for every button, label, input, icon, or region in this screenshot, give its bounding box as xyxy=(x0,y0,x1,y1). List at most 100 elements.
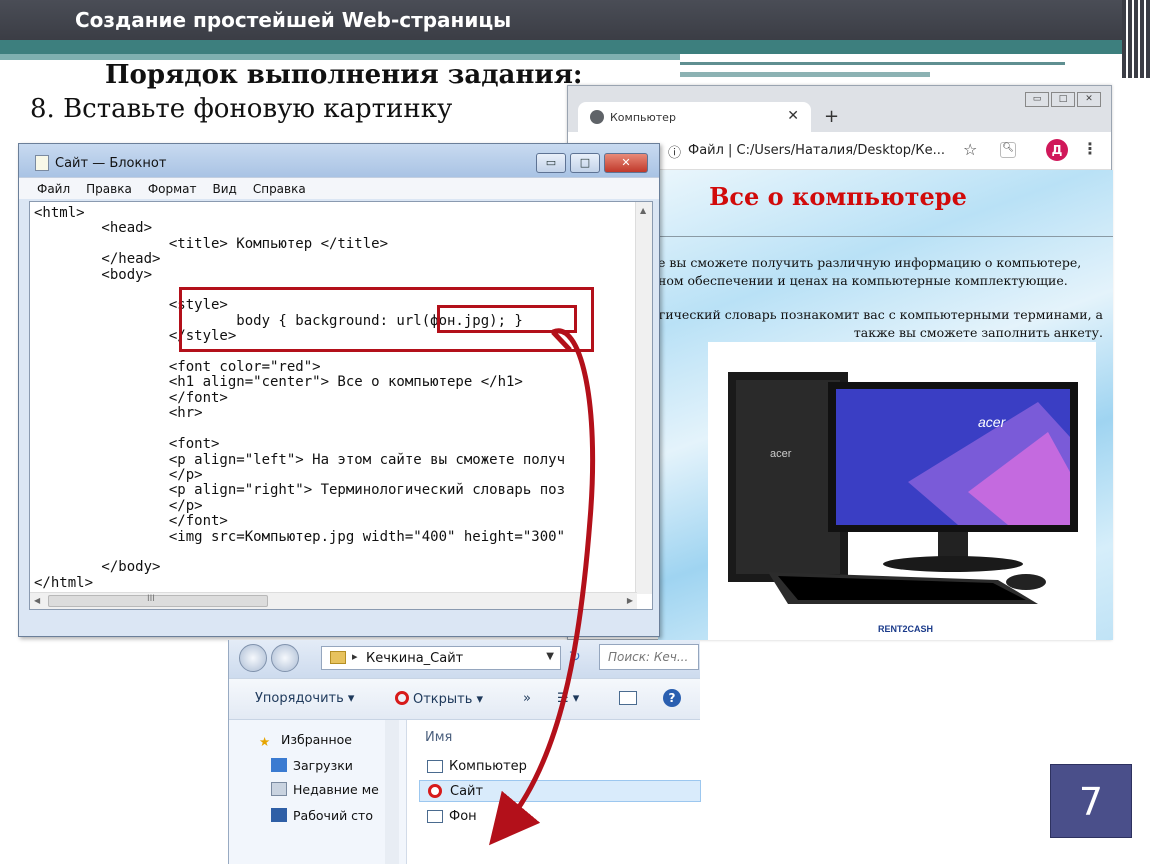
downloads-icon xyxy=(271,758,287,772)
paragraph-left: е вы сможете получить различную информац… xyxy=(658,255,1082,288)
refresh-icon[interactable]: ↻ xyxy=(569,649,581,665)
code-line: <hr> xyxy=(34,405,203,422)
scroll-right-icon[interactable]: ▶ xyxy=(627,596,633,605)
rent2cash-logo: RENT2CASH xyxy=(878,624,933,634)
chevron-down-icon[interactable]: ▼ xyxy=(546,651,554,662)
minimize-button[interactable]: ▭ xyxy=(1025,92,1049,107)
step-text: 8. Вставьте фоновую картинку xyxy=(30,94,453,124)
info-icon[interactable]: ⓘ xyxy=(668,142,681,161)
menu-format[interactable]: Формат xyxy=(148,182,197,196)
web-page-content: Все о компьютере е вы сможете получить р… xyxy=(658,170,1113,640)
file-list: Имя Компьютер Сайт Фон xyxy=(419,720,701,864)
maximize-button[interactable]: □ xyxy=(1051,92,1075,107)
code-line: </body> xyxy=(34,559,161,576)
scroll-left-icon[interactable]: ◀ xyxy=(34,596,40,605)
browser-tab-bar: Компьютер ✕ + ▭ □ ✕ xyxy=(568,86,1111,132)
path-bar[interactable]: ▸ Кечкина_Сайт ▼ xyxy=(321,646,561,670)
menu-icon[interactable]: ⋮ xyxy=(1082,139,1098,158)
code-line: </html> xyxy=(34,574,94,591)
chevron-right-icon: ▸ xyxy=(352,650,358,663)
column-header-name[interactable]: Имя xyxy=(425,730,452,745)
star-icon: ★ xyxy=(259,734,271,749)
navigation-pane: ★ Избранное Загрузки Недавние ме Рабочий … xyxy=(229,720,407,864)
monitor-brand: acer xyxy=(978,414,1007,430)
menu-help[interactable]: Справка xyxy=(253,182,306,196)
organize-button[interactable]: Упорядочить ▾ xyxy=(255,691,354,706)
code-line: </font> xyxy=(34,513,228,530)
path-label[interactable]: Кечкина_Сайт xyxy=(366,651,463,666)
more-button[interactable]: » xyxy=(523,691,531,706)
explorer-body: ★ Избранное Загрузки Недавние ме Рабочий … xyxy=(229,720,701,864)
menu-view[interactable]: Вид xyxy=(213,182,237,196)
notepad-editor[interactable]: <html> <head> <title> Компьютер </title>… xyxy=(29,201,653,610)
menu-file[interactable]: Файл xyxy=(37,182,70,196)
code-line: <head> xyxy=(34,220,153,237)
close-tab-icon[interactable]: ✕ xyxy=(787,108,799,124)
address-text[interactable]: Файл | C:/Users/Наталия/Desktop/Ке... xyxy=(688,143,945,158)
code-line: </p> xyxy=(34,497,203,514)
horizontal-rule xyxy=(658,236,1113,237)
code-line: <h1 align="center"> Все о компьютере </h… xyxy=(34,374,523,391)
view-options-icon[interactable]: ☰ ▾ xyxy=(557,691,579,706)
preview-pane-icon[interactable] xyxy=(619,691,637,705)
code-line: </head> xyxy=(34,251,161,268)
notepad-titlebar: Сайт — Блокнот ▭ □ ✕ xyxy=(19,144,659,177)
star-icon[interactable]: ☆ xyxy=(963,140,977,159)
opera-icon xyxy=(395,691,409,705)
nav-desktop[interactable]: Рабочий сто xyxy=(271,808,373,823)
nav-recent[interactable]: Недавние ме xyxy=(271,782,379,797)
nav-label: Рабочий сто xyxy=(293,808,373,823)
forward-button[interactable] xyxy=(271,644,299,672)
file-item[interactable]: Фон xyxy=(419,806,701,828)
html-code[interactable]: <html> <head> <title> Компьютер </title>… xyxy=(34,205,566,591)
close-button[interactable]: ✕ xyxy=(604,153,648,173)
code-line: <p align="right"> Терминологический слов… xyxy=(34,482,566,499)
browser-tab[interactable]: Компьютер ✕ xyxy=(578,102,811,132)
slide-subtitle: Порядок выполнения задания: xyxy=(105,60,583,90)
nav-label: Недавние ме xyxy=(293,782,379,797)
explorer-toolbar: Упорядочить ▾ Открыть ▾ » ☰ ▾ ? xyxy=(229,678,700,720)
thumb-grip: III xyxy=(147,594,155,604)
header-accent-bar xyxy=(0,40,1150,54)
help-icon[interactable]: ? xyxy=(663,689,681,707)
url-highlight xyxy=(437,305,577,333)
notepad-title: Сайт — Блокнот xyxy=(55,156,167,171)
file-item[interactable]: Сайт xyxy=(419,780,701,802)
horizontal-scrollbar[interactable]: ◀ III ▶ xyxy=(30,592,637,609)
decorative-line xyxy=(680,62,1065,65)
notepad-icon xyxy=(35,155,49,171)
code-line: <body> xyxy=(34,266,153,283)
nav-favorites[interactable]: ★ Избранное xyxy=(259,732,352,749)
new-tab-button[interactable]: + xyxy=(824,106,839,127)
file-name: Компьютер xyxy=(449,759,527,774)
notepad-window: Сайт — Блокнот ▭ □ ✕ Файл Правка Формат … xyxy=(18,143,660,637)
maximize-button[interactable]: □ xyxy=(570,153,600,173)
nav-downloads[interactable]: Загрузки xyxy=(271,758,353,773)
profile-avatar[interactable]: Д xyxy=(1046,139,1068,161)
file-name: Сайт xyxy=(450,784,484,799)
file-item[interactable]: Компьютер xyxy=(419,756,701,778)
recent-places-icon xyxy=(271,782,287,796)
file-name: Фон xyxy=(449,809,477,824)
close-button[interactable]: ✕ xyxy=(1077,92,1101,107)
nav-scrollbar[interactable] xyxy=(385,720,399,864)
tab-title: Компьютер xyxy=(610,111,676,124)
code-line: </p> xyxy=(34,466,203,483)
minimize-button[interactable]: ▭ xyxy=(536,153,566,173)
menu-edit[interactable]: Правка xyxy=(86,182,132,196)
open-button[interactable]: Открыть ▾ xyxy=(395,691,483,707)
image-file-icon xyxy=(427,810,443,823)
code-line: <font> xyxy=(34,436,220,453)
page-heading: Все о компьютере xyxy=(709,182,967,211)
vertical-scrollbar[interactable]: ▲ xyxy=(635,202,652,594)
zoom-icon[interactable]: 🔍︎ xyxy=(1000,142,1016,158)
slide-title: Создание простейшей Web-страницы xyxy=(75,8,512,32)
search-field[interactable]: Поиск: Кеч... xyxy=(599,644,699,670)
paragraph-right: гический словарь познакомит вас с компью… xyxy=(658,307,1103,340)
scrollbar-thumb[interactable]: III xyxy=(48,594,268,607)
decorative-line xyxy=(680,72,930,77)
back-button[interactable] xyxy=(239,644,267,672)
scroll-up-icon[interactable]: ▲ xyxy=(640,206,646,215)
